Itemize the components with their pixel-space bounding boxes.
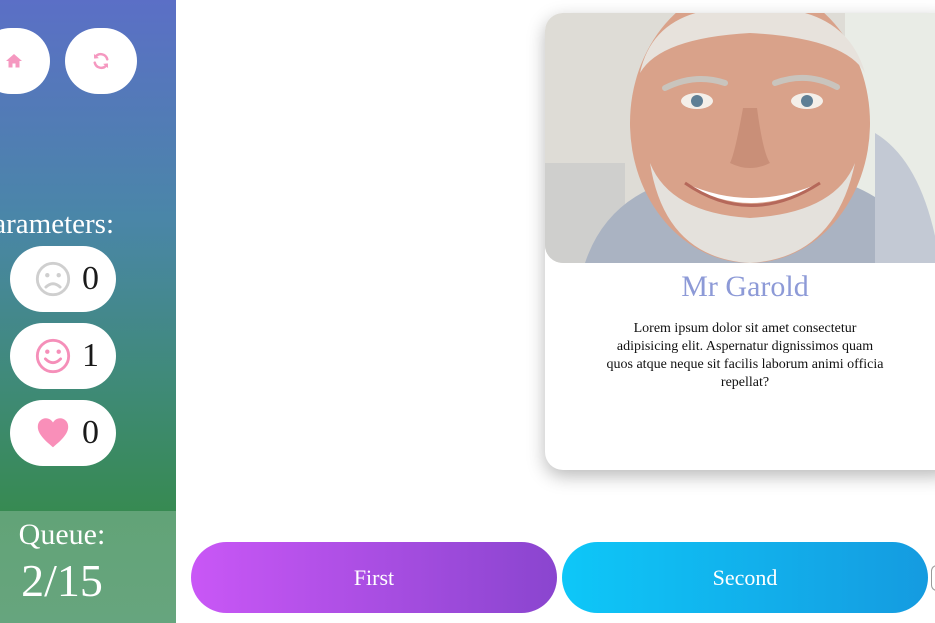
refresh-button[interactable] bbox=[65, 28, 137, 94]
second-button[interactable]: Second bbox=[562, 542, 928, 613]
refresh-icon bbox=[93, 52, 109, 70]
sad-counter: 0 bbox=[10, 246, 116, 312]
profile-photo bbox=[545, 13, 935, 263]
sad-count: 0 bbox=[82, 260, 99, 297]
queue-value: 2/15 bbox=[21, 555, 103, 606]
sidebar: Parameters: 0 1 0 Queue: 2/15 bbox=[0, 0, 176, 623]
happy-count: 1 bbox=[82, 337, 99, 374]
heart-counter: 0 bbox=[10, 400, 116, 466]
sad-face-icon bbox=[35, 261, 71, 297]
partial-edge-element bbox=[931, 565, 935, 591]
heart-count: 0 bbox=[82, 414, 99, 451]
happy-face-icon bbox=[35, 338, 71, 374]
happy-counter: 1 bbox=[10, 323, 116, 389]
queue-panel: Queue: 2/15 bbox=[0, 511, 176, 623]
home-button[interactable] bbox=[0, 28, 50, 94]
profile-card: Mr Garold Lorem ipsum dolor sit amet con… bbox=[545, 13, 935, 470]
profile-name: Mr Garold bbox=[681, 270, 809, 303]
home-icon bbox=[6, 54, 22, 68]
queue-label: Queue: bbox=[18, 518, 106, 551]
parameters-label: Parameters: bbox=[0, 208, 114, 240]
heart-icon bbox=[37, 418, 69, 448]
profile-description: Lorem ipsum dolor sit amet consectetur a… bbox=[606, 321, 884, 390]
first-button[interactable]: First bbox=[191, 542, 557, 613]
